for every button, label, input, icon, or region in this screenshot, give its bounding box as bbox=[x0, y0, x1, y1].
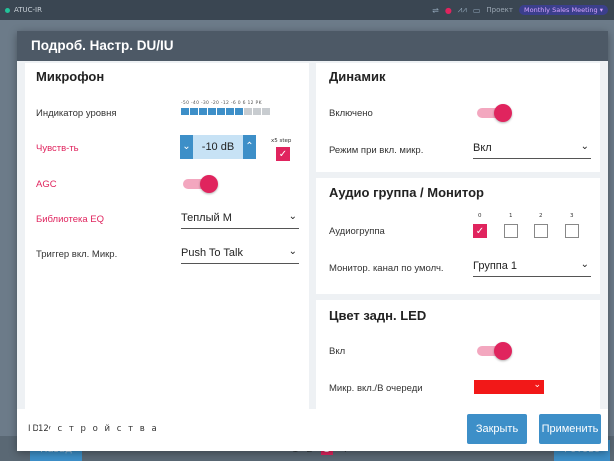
group-number: 2 bbox=[539, 213, 543, 219]
toggle-knob bbox=[494, 104, 512, 122]
group-checkbox-1[interactable] bbox=[504, 224, 518, 238]
speaker-toggle[interactable] bbox=[477, 104, 512, 122]
level-meter bbox=[181, 108, 270, 115]
led-color-select[interactable]: ⌄ bbox=[474, 380, 544, 394]
usb-icon: ⇌ bbox=[432, 5, 439, 15]
app-title: ATUC-IR bbox=[14, 6, 42, 14]
trigger-select[interactable]: Push To Talk ⌄ bbox=[181, 246, 299, 264]
chevron-up-icon[interactable]: ⌃ bbox=[243, 135, 256, 159]
audio-group-label: Аудиогруппа bbox=[329, 226, 385, 237]
toggle-knob bbox=[494, 342, 512, 360]
step-checkbox[interactable]: ✓ bbox=[276, 147, 290, 161]
led-toggle[interactable] bbox=[477, 342, 512, 360]
apply-button[interactable]: Применить bbox=[539, 414, 601, 444]
meter-segment bbox=[217, 108, 225, 115]
close-button[interactable]: Закрыть bbox=[467, 414, 527, 444]
sensitivity-label: Чувств-ть bbox=[36, 143, 79, 154]
chevron-down-icon: ⌄ bbox=[288, 211, 297, 222]
level-label: Индикатор уровня bbox=[36, 108, 117, 119]
sensitivity-value: -10 dB bbox=[193, 135, 243, 159]
trigger-value: Push To Talk bbox=[181, 247, 243, 259]
meter-segment bbox=[244, 108, 252, 115]
group-number: 3 bbox=[570, 213, 574, 219]
project-label[interactable]: Проект bbox=[486, 6, 513, 14]
wifi-icon: ▭ bbox=[472, 5, 481, 15]
meter-segment bbox=[181, 108, 189, 115]
speaker-mode-select[interactable]: Вкл ⌄ bbox=[473, 141, 591, 159]
monitor-value: Группа 1 bbox=[473, 260, 518, 272]
check-icon: ✓ bbox=[475, 226, 485, 237]
settings-dialog: Подроб. Настр. DU/IU Микрофон Индикатор … bbox=[17, 31, 608, 451]
toggle-knob bbox=[200, 175, 218, 193]
eq-select[interactable]: Теплый М ⌄ bbox=[181, 211, 299, 229]
trigger-label: Триггер вкл. Микр. bbox=[36, 249, 118, 260]
signal-icon: ⩘⩘ bbox=[457, 5, 467, 14]
group-checkbox-2[interactable] bbox=[534, 224, 548, 238]
record-icon: ● bbox=[444, 5, 452, 15]
speaker-enabled-label: Включено bbox=[329, 108, 373, 119]
meter-segment bbox=[226, 108, 234, 115]
eq-value: Теплый М bbox=[181, 212, 232, 224]
eq-label: Библиотека EQ bbox=[36, 214, 105, 225]
mic-panel: Микрофон Индикатор уровня -50 -40 -30 -2… bbox=[25, 63, 309, 409]
speaker-mode-label: Режим при вкл. микр. bbox=[329, 145, 424, 156]
meter-segment bbox=[262, 108, 270, 115]
chevron-down-icon: ⌄ bbox=[580, 259, 589, 270]
led-panel: Цвет задн. LED Вкл Микр. вкл./В очереди … bbox=[316, 300, 600, 409]
chevron-down-icon: ⌄ bbox=[288, 246, 297, 257]
app-top-bar: ATUC-IR ⇌ ● ⩘⩘ ▭ Проект Monthly Sales Me… bbox=[0, 0, 614, 20]
status-dot-icon bbox=[5, 7, 10, 13]
monitor-label: Монитор. канал по умолч. bbox=[329, 263, 444, 274]
audio-group-heading: Аудио группа / Монитор bbox=[329, 185, 484, 200]
group-number: 0 bbox=[478, 213, 482, 219]
dialog-title: Подроб. Настр. DU/IU bbox=[17, 31, 608, 61]
meter-segment bbox=[208, 108, 216, 115]
led-mic-label: Микр. вкл./В очереди bbox=[329, 383, 423, 394]
step-label: x5 step bbox=[271, 138, 292, 144]
led-heading: Цвет задн. LED bbox=[329, 308, 427, 323]
speaker-panel: Динамик Включено Режим при вкл. микр. Вк… bbox=[316, 63, 600, 172]
meter-segment bbox=[199, 108, 207, 115]
group-checkbox-0[interactable]: ✓ bbox=[473, 224, 487, 238]
group-checkbox-3[interactable] bbox=[565, 224, 579, 238]
check-icon: ✓ bbox=[278, 149, 288, 160]
chevron-down-icon: ⌄ bbox=[533, 380, 541, 390]
chevron-down-icon: ⌄ bbox=[580, 141, 589, 152]
led-on-label: Вкл bbox=[329, 346, 346, 357]
level-ticks: -50 -40 -30 -20 -12 -6 0 6 12 PK bbox=[181, 101, 262, 106]
meter-segment bbox=[190, 108, 198, 115]
monitor-select[interactable]: Группа 1 ⌄ bbox=[473, 259, 591, 277]
meter-segment bbox=[253, 108, 261, 115]
chevron-down-icon[interactable]: ⌄ bbox=[180, 135, 193, 159]
speaker-heading: Динамик bbox=[329, 69, 386, 84]
agc-label: AGC bbox=[36, 179, 57, 190]
speaker-mode-value: Вкл bbox=[473, 142, 492, 154]
meeting-badge[interactable]: Monthly Sales Meeting ▾ bbox=[519, 5, 608, 15]
audio-group-panel: Аудио группа / Монитор 0 1 2 3 Аудиогруп… bbox=[316, 178, 600, 294]
device-id-value: 12 bbox=[38, 424, 49, 434]
agc-toggle[interactable] bbox=[183, 175, 218, 193]
mic-heading: Микрофон bbox=[36, 69, 105, 84]
group-number: 1 bbox=[509, 213, 513, 219]
meter-segment bbox=[235, 108, 243, 115]
